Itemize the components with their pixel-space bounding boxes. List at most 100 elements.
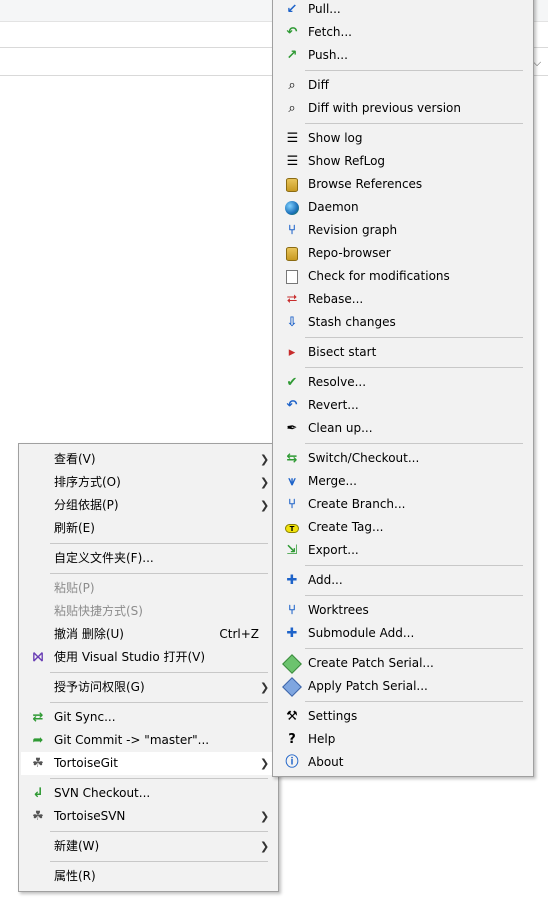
menu-item-label: 刷新(E): [54, 521, 95, 535]
menu-item-label: 粘贴(P): [54, 581, 95, 595]
menu-separator: [50, 702, 268, 703]
menu-item-label: Repo-browser: [308, 246, 391, 260]
menu-item-group-by[interactable]: 分组依据(P) ❯: [21, 494, 276, 517]
menu-item-label: Pull...: [308, 2, 341, 16]
menu-item-refresh[interactable]: 刷新(E): [21, 517, 276, 540]
menu-item-apply-patch-serial[interactable]: Apply Patch Serial...: [275, 675, 531, 698]
menu-item-label: SVN Checkout...: [54, 786, 151, 800]
menu-item-paste-shortcut: 粘贴快捷方式(S): [21, 600, 276, 623]
menu-item-customize-folder[interactable]: 自定义文件夹(F)...: [21, 547, 276, 570]
menu-item-label: Revision graph: [308, 223, 398, 237]
repo-browser-icon: [284, 246, 300, 262]
menu-item-svn-checkout[interactable]: ↲ SVN Checkout...: [21, 782, 276, 805]
menu-item-undo-delete[interactable]: 撤消 删除(U) Ctrl+Z: [21, 623, 276, 646]
menu-item-label: TortoiseGit: [54, 756, 118, 770]
menu-item-label: Create Patch Serial...: [308, 656, 434, 670]
menu-item-about[interactable]: ⓘ About: [275, 751, 531, 774]
rebase-icon: ⮂: [286, 292, 298, 307]
menu-separator: [305, 337, 523, 338]
menu-item-create-patch-serial[interactable]: Create Patch Serial...: [275, 652, 531, 675]
menu-item-clean-up[interactable]: ✒ Clean up...: [275, 417, 531, 440]
tortoisegit-submenu: ↙ Pull... ↶ Fetch... ↗ Push... ⌕ Diff ⌕ …: [272, 0, 534, 777]
menu-item-submodule-add[interactable]: ✚ Submodule Add...: [275, 622, 531, 645]
menu-item-push[interactable]: ↗ Push...: [275, 44, 531, 67]
apply-patch-icon: [282, 677, 302, 697]
menu-separator: [305, 123, 523, 124]
menu-item-label: 分组依据(P): [54, 498, 119, 512]
menu-item-shortcut: Ctrl+Z: [219, 627, 259, 641]
menu-item-paste: 粘贴(P): [21, 577, 276, 600]
menu-item-label: Add...: [308, 573, 343, 587]
switch-checkout-icon: ⇆: [286, 451, 298, 466]
menu-item-rebase[interactable]: ⮂ Rebase...: [275, 288, 531, 311]
menu-item-grant-access[interactable]: 授予访问权限(G) ❯: [21, 676, 276, 699]
menu-item-label: 粘贴快捷方式(S): [54, 604, 143, 618]
menu-separator: [305, 443, 523, 444]
menu-item-diff[interactable]: ⌕ Diff: [275, 74, 531, 97]
menu-item-new[interactable]: 新建(W) ❯: [21, 835, 276, 858]
menu-item-label: 查看(V): [54, 452, 96, 466]
menu-separator: [50, 543, 268, 544]
menu-item-merge[interactable]: ⩛ Merge...: [275, 470, 531, 493]
menu-item-add[interactable]: ✚ Add...: [275, 569, 531, 592]
menu-item-diff-previous[interactable]: ⌕ Diff with previous version: [275, 97, 531, 120]
menu-item-label: Worktrees: [308, 603, 369, 617]
menu-item-view[interactable]: 查看(V) ❯: [21, 448, 276, 471]
menu-item-git-commit[interactable]: ➦ Git Commit -> "master"...: [21, 729, 276, 752]
menu-item-label: Stash changes: [308, 315, 396, 329]
menu-item-label: 新建(W): [54, 839, 100, 853]
resolve-icon: ✔: [286, 375, 298, 390]
menu-item-label: Create Tag...: [308, 520, 384, 534]
help-icon: ?: [288, 732, 296, 747]
menu-item-resolve[interactable]: ✔ Resolve...: [275, 371, 531, 394]
diff-icon: ⌕: [288, 78, 296, 93]
menu-item-label: Rebase...: [308, 292, 364, 306]
menu-item-label: Show RefLog: [308, 154, 386, 168]
menu-item-check-modifications[interactable]: Check for modifications: [275, 265, 531, 288]
bisect-icon: ▸: [288, 345, 296, 360]
menu-item-label: Check for modifications: [308, 269, 450, 283]
menu-item-show-reflog[interactable]: ☰ Show RefLog: [275, 150, 531, 173]
menu-separator: [305, 648, 523, 649]
menu-item-show-log[interactable]: ☰ Show log: [275, 127, 531, 150]
menu-item-revert[interactable]: ↶ Revert...: [275, 394, 531, 417]
submenu-arrow-icon: ❯: [260, 840, 270, 853]
pull-icon: ↙: [286, 2, 298, 17]
menu-item-stash-changes[interactable]: ⇩ Stash changes: [275, 311, 531, 334]
menu-item-revision-graph[interactable]: ⑂ Revision graph: [275, 219, 531, 242]
worktrees-icon: ⑂: [288, 603, 296, 618]
menu-item-sort-by[interactable]: 排序方式(O) ❯: [21, 471, 276, 494]
menu-item-properties[interactable]: 属性(R): [21, 865, 276, 888]
menu-item-worktrees[interactable]: ⑂ Worktrees: [275, 599, 531, 622]
menu-item-bisect-start[interactable]: ▸ Bisect start: [275, 341, 531, 364]
tortoisesvn-icon: ☘: [32, 809, 44, 824]
menu-item-label: Resolve...: [308, 375, 367, 389]
menu-item-export[interactable]: ⇲ Export...: [275, 539, 531, 562]
menu-item-help[interactable]: ? Help: [275, 728, 531, 751]
submenu-arrow-icon: ❯: [260, 810, 270, 823]
menu-item-label: 撤消 删除(U): [54, 627, 124, 641]
menu-item-tortoisegit[interactable]: ☘ TortoiseGit ❯: [21, 752, 276, 775]
menu-item-open-visual-studio[interactable]: ⨝ 使用 Visual Studio 打开(V): [21, 646, 276, 669]
menu-separator: [50, 672, 268, 673]
tortoisegit-icon: ☘: [32, 756, 44, 771]
menu-item-fetch[interactable]: ↶ Fetch...: [275, 21, 531, 44]
menu-item-switch-checkout[interactable]: ⇆ Switch/Checkout...: [275, 447, 531, 470]
menu-item-create-tag[interactable]: T Create Tag...: [275, 516, 531, 539]
menu-item-tortoisesvn[interactable]: ☘ TortoiseSVN ❯: [21, 805, 276, 828]
submodule-add-icon: ✚: [286, 626, 298, 641]
menu-item-label: About: [308, 755, 344, 769]
menu-item-create-branch[interactable]: ⑂ Create Branch...: [275, 493, 531, 516]
menu-item-browse-references[interactable]: Browse References: [275, 173, 531, 196]
menu-item-label: Create Branch...: [308, 497, 406, 511]
menu-item-repo-browser[interactable]: Repo-browser: [275, 242, 531, 265]
menu-item-settings[interactable]: ⚒ Settings: [275, 705, 531, 728]
menu-separator: [50, 778, 268, 779]
menu-separator: [305, 70, 523, 71]
menu-separator: [305, 701, 523, 702]
menu-item-git-sync[interactable]: ⇄ Git Sync...: [21, 706, 276, 729]
explorer-context-menu: 查看(V) ❯ 排序方式(O) ❯ 分组依据(P) ❯ 刷新(E) 自定义文件夹…: [18, 443, 279, 892]
menu-item-pull[interactable]: ↙ Pull...: [275, 0, 531, 21]
menu-item-daemon[interactable]: Daemon: [275, 196, 531, 219]
menu-item-label: Git Commit -> "master"...: [54, 733, 210, 747]
